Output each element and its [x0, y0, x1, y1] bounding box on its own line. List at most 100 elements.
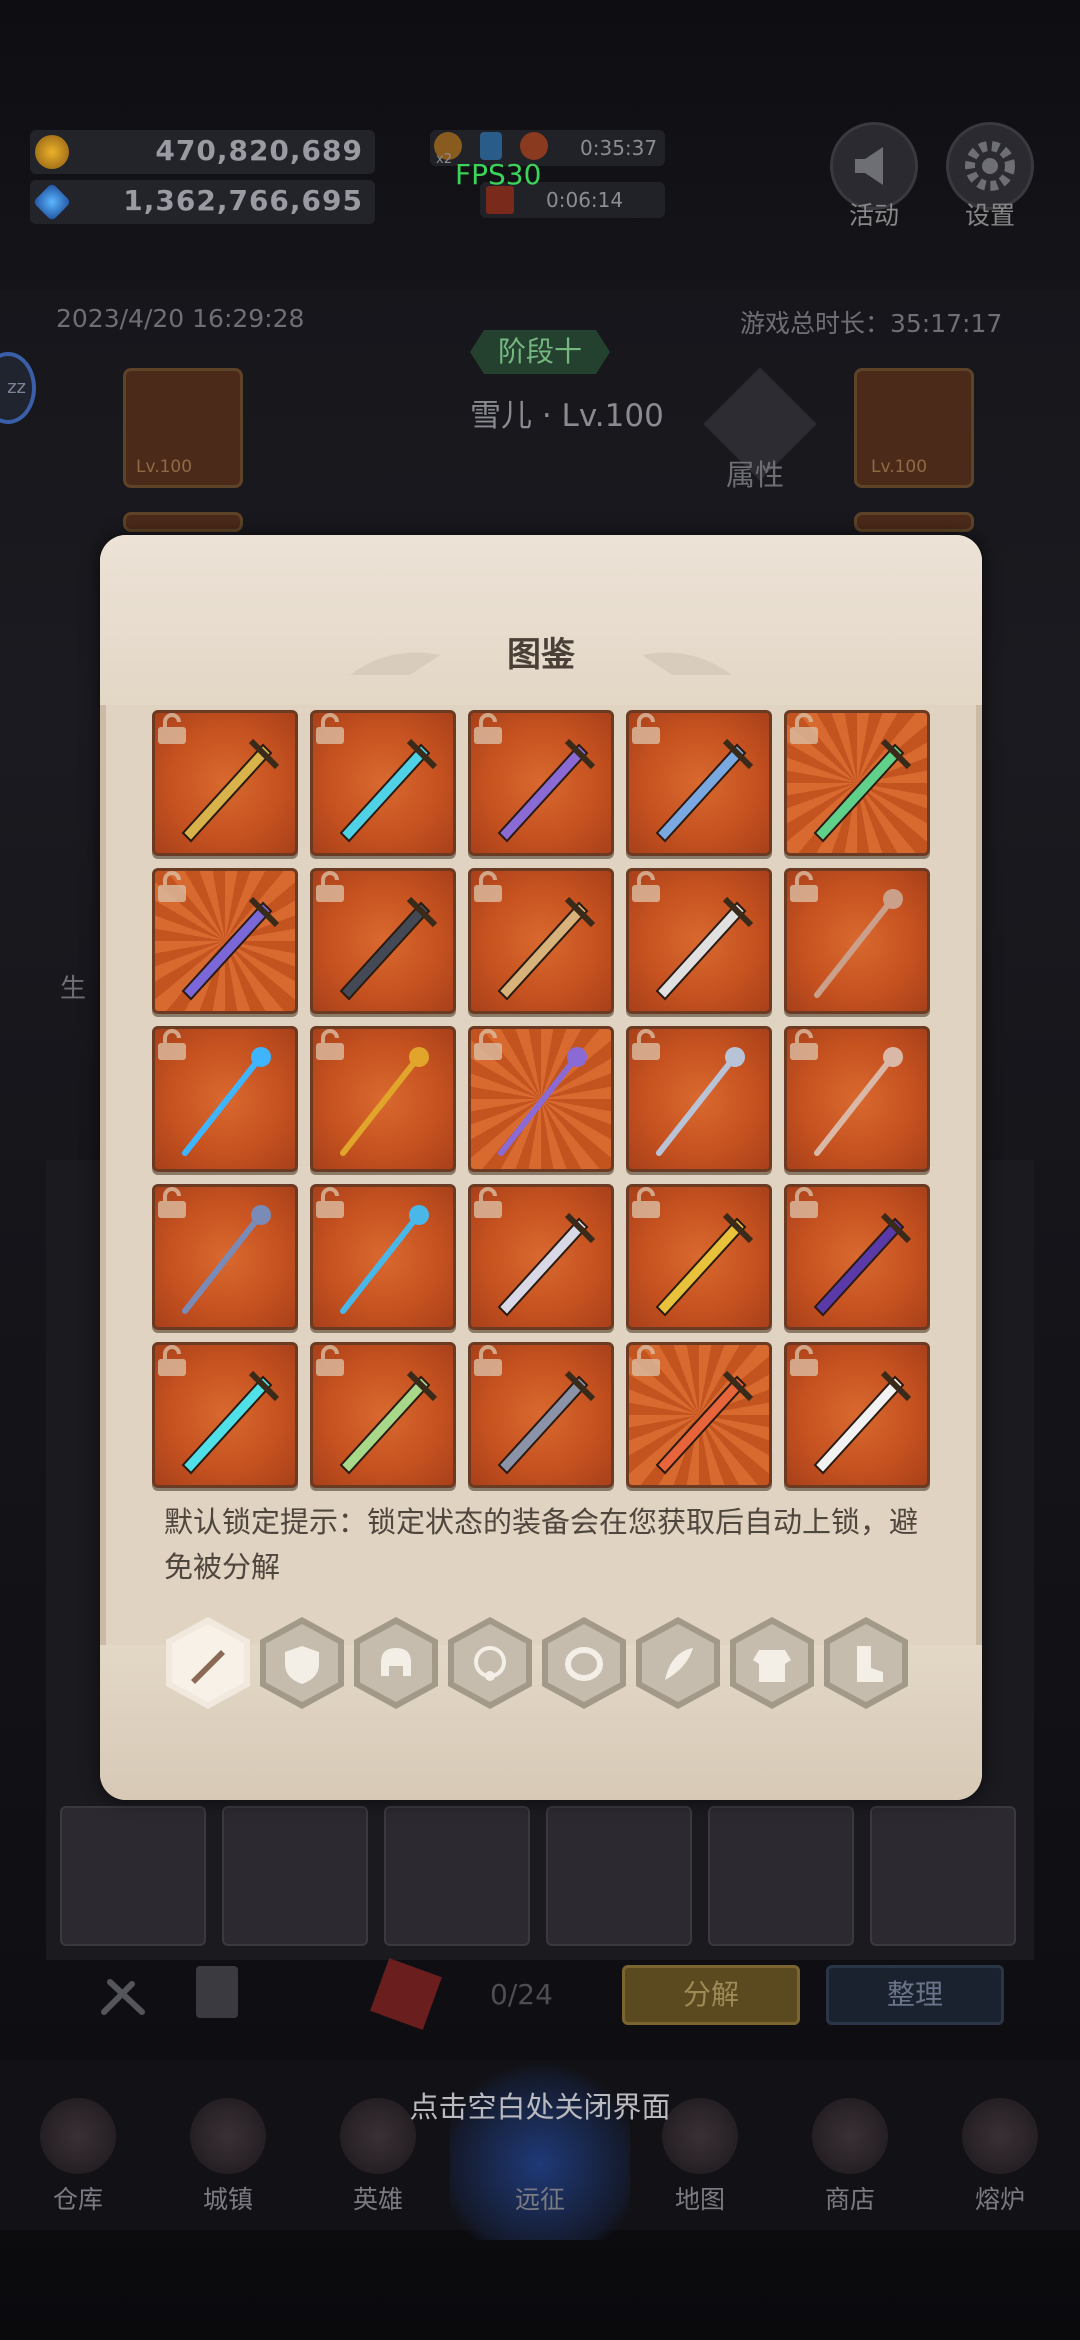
equipment-card-pearl-staff[interactable]: [784, 868, 930, 1014]
equipment-card-twin-fork-blade[interactable]: [468, 1342, 614, 1488]
right-equip-slot[interactable]: Lv.100: [854, 368, 974, 488]
unlock-icon[interactable]: [313, 1187, 347, 1219]
tab-armor[interactable]: [730, 1617, 814, 1709]
tab-weapon[interactable]: [166, 1617, 250, 1709]
buff-multiplier: x2: [436, 152, 452, 167]
gem-icon: [32, 182, 72, 222]
equipment-card-green-leaf-blade[interactable]: [310, 1342, 456, 1488]
equipment-card-blue-claw-staff[interactable]: [152, 1184, 298, 1330]
equipment-card-cyan-crystal-dagger[interactable]: [152, 1342, 298, 1488]
unlock-icon[interactable]: [787, 1345, 821, 1377]
equipment-card-cyan-orb-staff[interactable]: [310, 1184, 456, 1330]
tab-shield[interactable]: [260, 1617, 344, 1709]
inventory-slot[interactable]: [546, 1806, 692, 1946]
equipment-card-bronze-short-sword[interactable]: [468, 868, 614, 1014]
equipment-card-golden-scimitar[interactable]: [152, 710, 298, 856]
total-playtime: 游戏总时长：35:17:17: [740, 309, 1003, 338]
equipment-card-white-cleaver[interactable]: [784, 1342, 930, 1488]
inventory-count: 0/24: [490, 1978, 553, 2011]
tab-feather[interactable]: [636, 1617, 720, 1709]
equipment-card-blue-spiked-sword[interactable]: [626, 710, 772, 856]
close-hint: 点击空白处关闭界面: [409, 2090, 671, 2124]
right-equip-slot-2[interactable]: [854, 512, 974, 532]
unlock-icon[interactable]: [313, 871, 347, 903]
nav-label: 熔炉: [974, 2185, 1025, 2214]
lock-tip: 默认锁定提示：锁定状态的装备会在您获取后自动上锁，避免被分解: [164, 1505, 919, 1584]
armor-icon: [753, 1650, 791, 1682]
equipment-card-purple-great-sword[interactable]: [152, 868, 298, 1014]
unlock-icon[interactable]: [313, 713, 347, 745]
unlock-icon[interactable]: [155, 1345, 189, 1377]
tab-ring[interactable]: [542, 1617, 626, 1709]
nav-label: 地图: [674, 2185, 725, 2214]
gem-row: 1,362,766,695: [30, 180, 375, 224]
category-tabs: [166, 1613, 926, 1713]
left-equip-slot[interactable]: Lv.100: [123, 368, 243, 488]
stage-badge: 阶段十: [470, 330, 610, 374]
unlock-icon[interactable]: [471, 1029, 505, 1061]
unlock-icon[interactable]: [629, 871, 663, 903]
unlock-icon[interactable]: [629, 713, 663, 745]
nav-label: 英雄: [352, 2185, 403, 2214]
equipment-card-red-flame-knife[interactable]: [626, 1342, 772, 1488]
unlock-icon[interactable]: [787, 713, 821, 745]
nav-label: 仓库: [52, 2185, 103, 2214]
inventory-slot[interactable]: [222, 1806, 368, 1946]
weapon-icon: [191, 1650, 225, 1684]
activity-label: 活动: [848, 201, 899, 230]
tab-necklace[interactable]: [448, 1617, 532, 1709]
unlock-icon[interactable]: [313, 1345, 347, 1377]
inventory-slot[interactable]: [60, 1806, 206, 1946]
unlock-icon[interactable]: [471, 1187, 505, 1219]
unlock-icon[interactable]: [155, 713, 189, 745]
tab-helmet[interactable]: [354, 1617, 438, 1709]
megaphone-icon: [855, 147, 883, 185]
equipment-card-wavy-silver-dagger[interactable]: [468, 1184, 614, 1330]
boots-icon: [857, 1646, 883, 1682]
equipment-card-dark-iron-sword[interactable]: [310, 868, 456, 1014]
equipment-card-golden-trident-staff[interactable]: [310, 1026, 456, 1172]
equipment-card-silver-crescent-staff[interactable]: [626, 1026, 772, 1172]
equipment-card-purple-spiked-sword[interactable]: [468, 710, 614, 856]
equipment-card-purple-crystal-staff[interactable]: [468, 1026, 614, 1172]
hero-name-level: 雪儿 · Lv.100: [470, 398, 664, 434]
equipment-card-purple-curved-blade[interactable]: [784, 1184, 930, 1330]
decompose-button[interactable]: 分解: [622, 1965, 800, 2025]
unlock-icon[interactable]: [155, 1187, 189, 1219]
inventory-slot[interactable]: [708, 1806, 854, 1946]
equipment-card-red-pearl-staff[interactable]: [784, 1026, 930, 1172]
unlock-icon[interactable]: [471, 713, 505, 745]
nav-label: 远征: [514, 2185, 565, 2214]
gold-coin-icon: [35, 135, 69, 169]
equipment-card-ornate-green-blade[interactable]: [784, 710, 930, 856]
unlock-icon[interactable]: [629, 1029, 663, 1061]
inventory-slot[interactable]: [384, 1806, 530, 1946]
equipment-card-silver-crescent-blade[interactable]: [626, 868, 772, 1014]
equipment-card-blue-crystal-sword[interactable]: [310, 710, 456, 856]
tab-boots[interactable]: [824, 1617, 908, 1709]
sort-button[interactable]: 整理: [826, 1965, 1004, 2025]
left-equip-slot-2[interactable]: [123, 512, 243, 532]
unlock-icon[interactable]: [787, 1029, 821, 1061]
unlock-icon[interactable]: [629, 1345, 663, 1377]
wrench-icon[interactable]: [96, 1972, 152, 2018]
necklace-icon: [474, 1646, 506, 1681]
gold-row: 470,820,689: [30, 130, 375, 174]
gold-amount: 470,820,689: [155, 134, 363, 167]
fps-counter: FPS30: [455, 158, 542, 191]
book-icon[interactable]: [196, 1966, 238, 2018]
inventory-slot[interactable]: [870, 1806, 1016, 1946]
equipment-card-blue-orb-staff[interactable]: [152, 1026, 298, 1172]
unlock-icon[interactable]: [155, 871, 189, 903]
unlock-icon[interactable]: [787, 871, 821, 903]
unlock-icon[interactable]: [787, 1187, 821, 1219]
unlock-icon[interactable]: [155, 1029, 189, 1061]
unlock-icon[interactable]: [629, 1187, 663, 1219]
exp-buff-icon: [520, 132, 548, 160]
unlock-icon[interactable]: [471, 871, 505, 903]
feather-icon: [665, 1648, 693, 1680]
unlock-icon[interactable]: [471, 1345, 505, 1377]
unlock-icon[interactable]: [313, 1029, 347, 1061]
settings-label: 设置: [964, 201, 1015, 230]
equipment-card-golden-dagger[interactable]: [626, 1184, 772, 1330]
